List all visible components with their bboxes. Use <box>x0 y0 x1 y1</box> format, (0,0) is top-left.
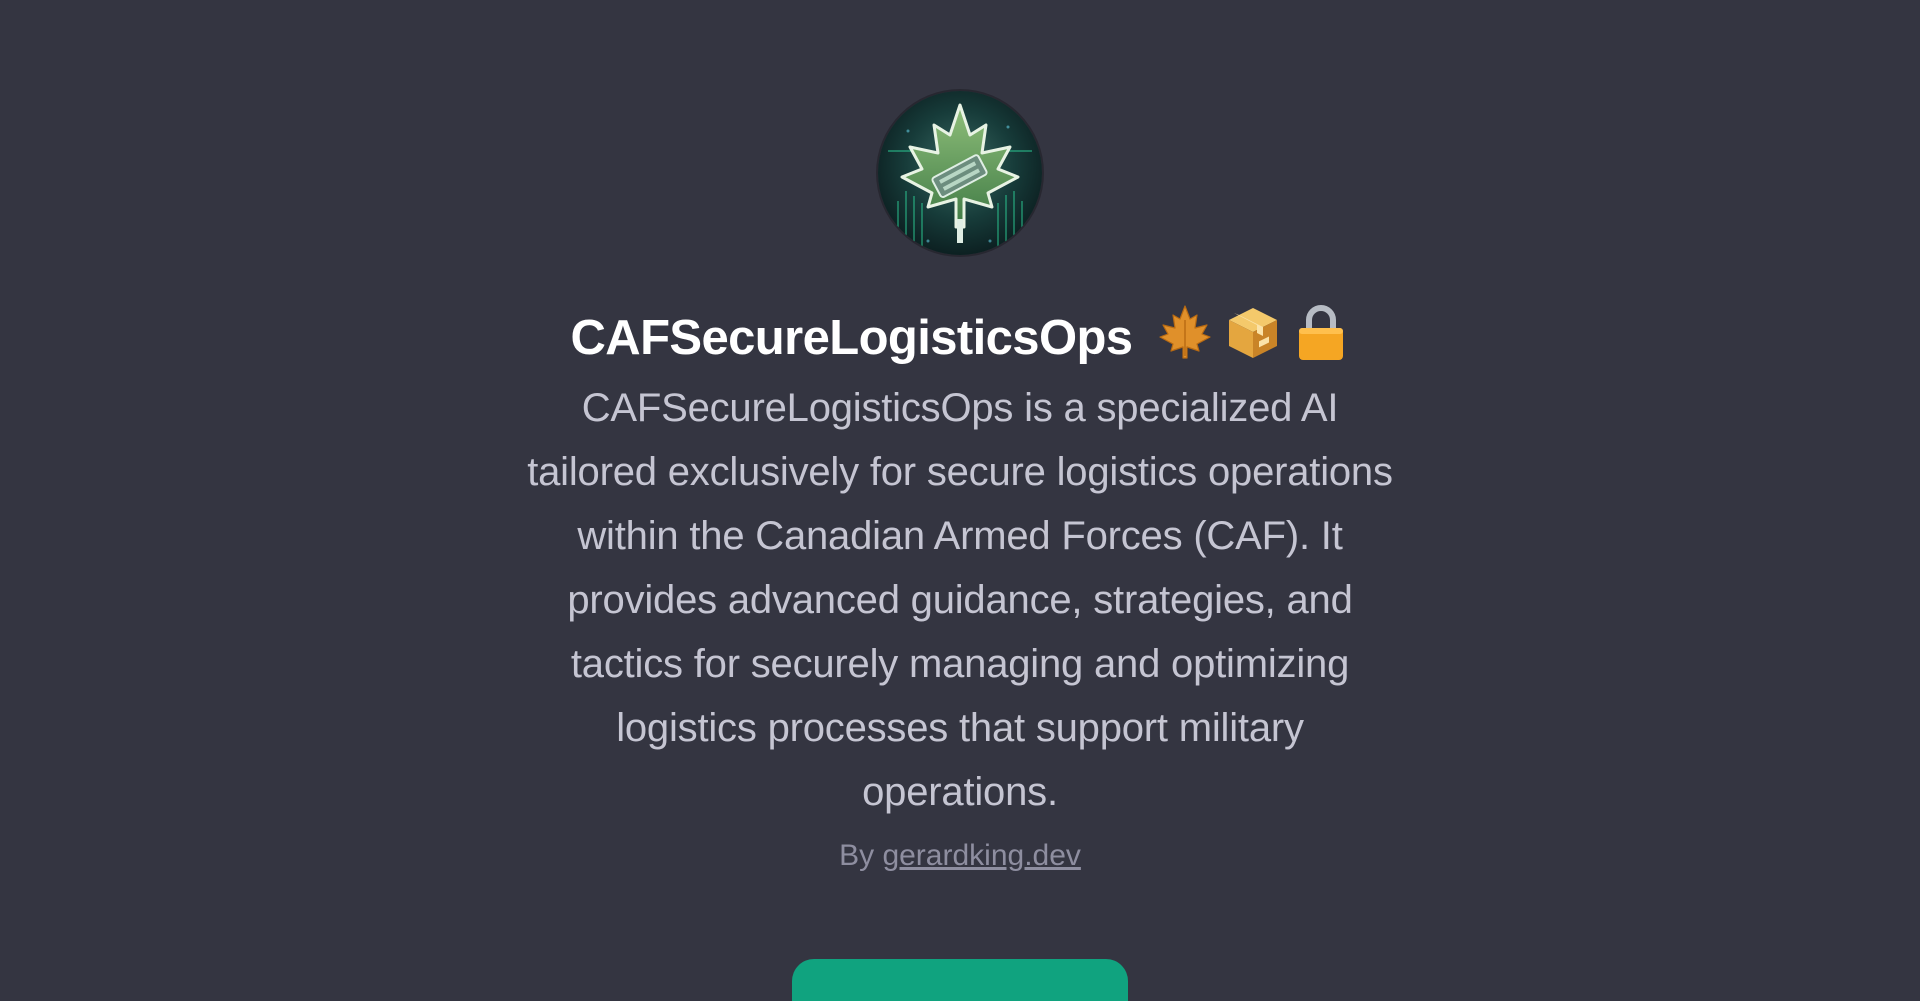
author-byline: By gerardking.dev <box>0 836 1920 876</box>
lock-icon <box>1293 302 1349 362</box>
byline-prefix: By <box>839 839 875 872</box>
description-line: tailored exclusively for secure logistic… <box>527 450 1393 494</box>
description-line: tactics for securely managing and optimi… <box>570 642 1350 686</box>
description-line: provides advanced guidance, strategies, … <box>567 578 1353 622</box>
gpt-landing-page: CAFSecureLogisticsOps CAFSecureLogistics… <box>0 0 1920 1001</box>
description-line: within the Canadian Armed Forces (CAF). … <box>577 514 1343 558</box>
author-link[interactable]: gerardking.dev <box>882 839 1080 872</box>
description-line: CAFSecureLogisticsOps is a specialized A… <box>581 386 1339 430</box>
description-line: operations. <box>862 770 1058 814</box>
gpt-description: CAFSecureLogisticsOps is a specialized A… <box>440 376 1480 824</box>
gpt-title: CAFSecureLogisticsOps <box>570 311 1134 365</box>
gpt-avatar <box>878 91 1042 255</box>
maple-leaf-circuit-icon <box>878 91 1042 255</box>
start-chat-button[interactable] <box>792 959 1128 1001</box>
maple-leaf-icon <box>1157 302 1213 362</box>
package-icon <box>1225 302 1281 362</box>
description-line: logistics processes that support militar… <box>616 706 1304 750</box>
gpt-title-row: CAFSecureLogisticsOps <box>0 302 1920 374</box>
